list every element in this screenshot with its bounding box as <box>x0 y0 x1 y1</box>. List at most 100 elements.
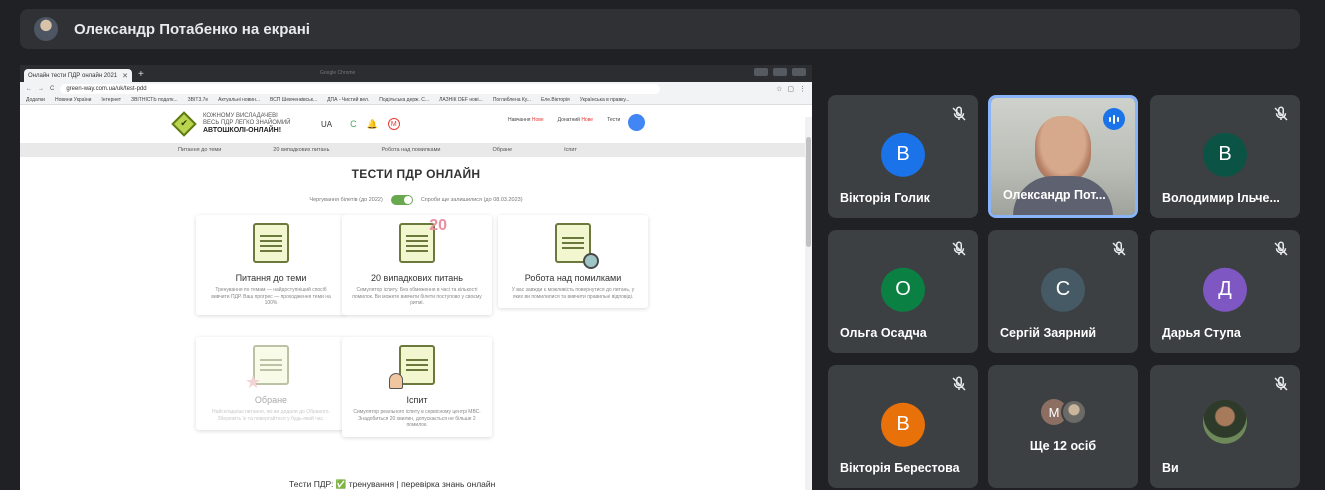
bookmark-item[interactable]: Інтернет <box>101 97 121 103</box>
nav-item-mistakes[interactable]: Робота над помилками <box>381 147 440 153</box>
language-switch[interactable]: UA <box>321 120 332 129</box>
bell-icon[interactable]: 🔔 <box>367 119 378 130</box>
minimize-icon[interactable] <box>754 68 768 76</box>
forward-icon[interactable]: → <box>38 86 44 92</box>
mic-off-icon <box>1274 376 1288 391</box>
mode-toggle[interactable] <box>390 195 413 205</box>
bookmark-item[interactable]: Еле.Вікторія <box>541 97 570 103</box>
participant-name: Володимир Ільче... <box>1162 191 1280 205</box>
participant-tile[interactable]: С Сергій Заярний <box>988 230 1138 353</box>
header-link[interactable]: Навчання Нове <box>508 117 544 123</box>
participant-tile[interactable]: Д Дарья Ступа <box>1150 230 1300 353</box>
bookmark-item[interactable]: ДПА - Чистий вел. <box>327 97 369 103</box>
reload-icon[interactable]: C <box>50 86 54 92</box>
speaking-icon <box>1103 108 1125 130</box>
presenter-label: Олександр Потабенко на екрані <box>74 20 310 38</box>
card-desc: Симулятор реального іспиту в сервісному … <box>353 409 481 428</box>
presenter-bar[interactable]: Олександр Потабенко на екрані <box>20 9 1300 49</box>
bookmark-item[interactable]: Актуальні новин... <box>218 97 260 103</box>
card-title: Питання до теми <box>235 273 307 283</box>
participant-tile[interactable]: В Вікторія Голик <box>828 95 978 218</box>
card-desc: У вас завжди є можливість повернутися до… <box>511 287 635 300</box>
window-title: Google Chrome <box>320 70 356 76</box>
bookmark-item[interactable]: ЗВІТ3.7е <box>188 97 209 103</box>
participant-name: Ольга Осадча <box>840 326 927 340</box>
url-field[interactable]: green-way.com.ua/uk/test-pdd <box>60 83 661 94</box>
page-footer-heading: Тести ПДР: ✅ тренування | перевірка знан… <box>289 479 496 489</box>
mic-off-icon <box>952 106 966 121</box>
card-topics[interactable]: Питання до теми Тренування по темам — на… <box>196 215 346 315</box>
mic-off-icon <box>1274 241 1288 256</box>
mic-off-icon <box>952 376 966 391</box>
header-link[interactable]: Донатний Нове <box>558 117 593 123</box>
participant-avatar: О <box>881 267 925 312</box>
shared-screen: Онлайн тести ПДР онлайн 2021 ✕ + Google … <box>20 65 812 490</box>
bookmark-item[interactable]: ВСП Шевченківськ... <box>270 97 317 103</box>
star-icon[interactable]: ☆ <box>776 85 782 93</box>
browser-tab-title: Онлайн тести ПДР онлайн 2021 <box>28 72 118 79</box>
exam-icon <box>389 345 435 389</box>
header-m-icon[interactable]: M <box>387 118 400 130</box>
participant-name: Олександр Пот... <box>1003 188 1106 202</box>
participant-tile[interactable]: О Ольга Осадча <box>828 230 978 353</box>
bookmark-item[interactable]: Поглиблена Ку... <box>493 97 531 103</box>
window-controls <box>754 68 806 76</box>
browser-tab[interactable]: Онлайн тести ПДР онлайн 2021 ✕ <box>24 69 132 82</box>
nav-item-exam[interactable]: Іспит <box>564 147 577 153</box>
card-desc: Найскладніші питання, які ви додали до О… <box>212 409 330 422</box>
page-title: ТЕСТИ ПДР ОНЛАЙН <box>351 167 481 181</box>
more-participants-tile[interactable]: М Ще 12 осіб <box>988 365 1138 488</box>
participant-tile[interactable]: В Володимир Ільче... <box>1150 95 1300 218</box>
header-c-icon[interactable]: C <box>350 119 357 129</box>
extensions-icon[interactable]: ▢ <box>787 85 794 93</box>
page-scrollbar[interactable] <box>805 117 812 490</box>
magnifier-doc-icon <box>555 223 599 269</box>
card-title: Робота над помилками <box>524 273 622 283</box>
close-icon[interactable]: ✕ <box>122 72 128 80</box>
nav-item-topics[interactable]: Питання до теми <box>178 147 221 153</box>
card-title: Іспит <box>406 395 428 405</box>
bookmark-item[interactable]: Українська в правку... <box>580 97 630 103</box>
nav-item-favorites[interactable]: Обране <box>492 147 512 153</box>
self-tile[interactable]: Ви <box>1150 365 1300 488</box>
participant-name: Сергій Заярний <box>1000 326 1097 340</box>
participant-avatar: В <box>881 402 925 447</box>
logo-icon[interactable]: ✔ <box>171 111 197 137</box>
card-exam[interactable]: Іспит Симулятор реального іспиту в серві… <box>342 337 492 437</box>
bookmark-item[interactable]: ЛАЗНІК DEF нові... <box>439 97 483 103</box>
participant-tile[interactable]: В Вікторія Берестова <box>828 365 978 488</box>
nav-item-random[interactable]: 20 випадкових питань <box>273 147 329 153</box>
card-mistakes[interactable]: Робота над помилками У вас завжди є можл… <box>498 215 648 308</box>
participant-name: Вікторія Берестова <box>840 461 960 475</box>
new-tab-icon[interactable]: + <box>138 69 144 80</box>
user-avatar[interactable] <box>628 114 645 131</box>
bookmark-item[interactable]: ЗВІТНІСТЬ податк... <box>131 97 178 103</box>
participant-avatar: В <box>881 132 925 177</box>
toggle-right-label: Спроби ще залишилися (до 08.03.2023) <box>420 197 523 203</box>
toggle-row: Чергування білетів (до 2022) Спроби ще з… <box>20 195 812 205</box>
card-favorites[interactable]: ★ Обране Найскладніші питання, які ви до… <box>196 337 346 430</box>
card-title: Обране <box>254 395 288 405</box>
random-20-icon: 20 <box>399 217 447 263</box>
more-participants-avatars: М <box>1041 399 1087 425</box>
site-header: ✔ КОЖНОМУ ВИСЛАДАЧЕВІ ВЕСЬ ПДР ЛЕГКО ЗНА… <box>20 105 812 143</box>
bookmark-item[interactable]: Подільська держ. С... <box>379 97 429 103</box>
card-desc: Симулятор іспиту. Без обмеження в часі т… <box>352 287 482 306</box>
browser-actions: ☆ ▢ ⋮ <box>776 85 806 93</box>
more-participants-label: Ще 12 осіб <box>1029 439 1097 453</box>
participant-name: Дарья Ступа <box>1162 326 1241 340</box>
presenter-avatar <box>34 17 58 41</box>
bookmark-item[interactable]: Додатки <box>26 97 45 103</box>
close-window-icon[interactable] <box>792 68 806 76</box>
menu-icon[interactable]: ⋮ <box>799 85 806 93</box>
self-avatar <box>1203 399 1247 444</box>
address-row: ← → C green-way.com.ua/uk/test-pdd ☆ ▢ ⋮ <box>20 82 812 95</box>
participant-name: Ви <box>1162 461 1179 475</box>
bookmark-item[interactable]: Новини України <box>55 97 91 103</box>
participant-tile-presenter[interactable]: Олександр Пот... <box>988 95 1138 218</box>
maximize-icon[interactable] <box>773 68 787 76</box>
participant-avatar: Д <box>1203 267 1247 312</box>
header-link[interactable]: Тести <box>607 117 620 123</box>
back-icon[interactable]: ← <box>26 86 32 92</box>
card-random[interactable]: 20 20 випадкових питань Симулятор іспиту… <box>342 215 492 315</box>
